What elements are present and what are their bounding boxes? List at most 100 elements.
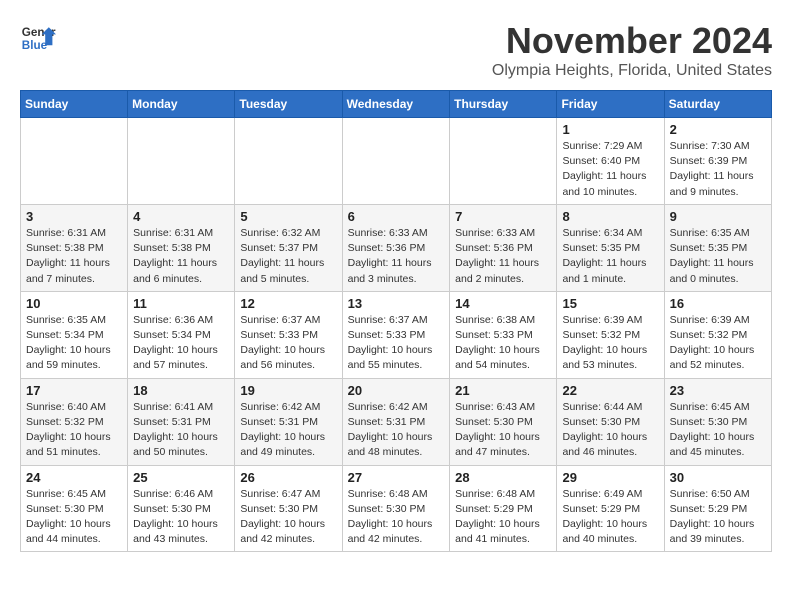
day-cell: 23 Sunrise: 6:45 AM Sunset: 5:30 PM Dayli… <box>664 378 771 465</box>
day-cell: 7 Sunrise: 6:33 AM Sunset: 5:36 PM Daylig… <box>450 204 557 291</box>
page-header: General Blue November 2024 Olympia Heigh… <box>20 20 772 80</box>
day-cell: 30 Sunrise: 6:50 AM Sunset: 5:29 PM Dayli… <box>664 465 771 552</box>
weekday-header-tuesday: Tuesday <box>235 91 342 118</box>
day-info: Sunrise: 6:35 AM Sunset: 5:35 PM Dayligh… <box>670 226 766 287</box>
day-info: Sunrise: 6:31 AM Sunset: 5:38 PM Dayligh… <box>26 226 122 287</box>
day-number: 16 <box>670 296 766 311</box>
weekday-header-thursday: Thursday <box>450 91 557 118</box>
day-info: Sunrise: 6:45 AM Sunset: 5:30 PM Dayligh… <box>26 487 122 548</box>
day-info: Sunrise: 6:45 AM Sunset: 5:30 PM Dayligh… <box>670 400 766 461</box>
day-number: 26 <box>240 470 336 485</box>
day-info: Sunrise: 6:44 AM Sunset: 5:30 PM Dayligh… <box>562 400 658 461</box>
day-info: Sunrise: 6:31 AM Sunset: 5:38 PM Dayligh… <box>133 226 229 287</box>
day-info: Sunrise: 6:47 AM Sunset: 5:30 PM Dayligh… <box>240 487 336 548</box>
day-number: 24 <box>26 470 122 485</box>
day-cell: 12 Sunrise: 6:37 AM Sunset: 5:33 PM Dayli… <box>235 291 342 378</box>
day-number: 28 <box>455 470 551 485</box>
day-cell: 19Sunrise: 6:42 AM Sunset: 5:31 PM Dayli… <box>235 378 342 465</box>
day-cell: 21 Sunrise: 6:43 AM Sunset: 5:30 PM Dayli… <box>450 378 557 465</box>
day-number: 6 <box>348 209 445 224</box>
day-info: Sunrise: 6:49 AM Sunset: 5:29 PM Dayligh… <box>562 487 658 548</box>
day-number: 1 <box>562 122 658 137</box>
week-row-4: 17 Sunrise: 6:40 AM Sunset: 5:32 PM Dayli… <box>21 378 772 465</box>
day-cell: 13Sunrise: 6:37 AM Sunset: 5:33 PM Dayli… <box>342 291 450 378</box>
day-cell <box>128 118 235 205</box>
day-info: Sunrise: 6:43 AM Sunset: 5:30 PM Dayligh… <box>455 400 551 461</box>
day-number: 11 <box>133 296 229 311</box>
day-number: 25 <box>133 470 229 485</box>
day-info: Sunrise: 6:39 AM Sunset: 5:32 PM Dayligh… <box>670 313 766 374</box>
day-info: Sunrise: 6:33 AM Sunset: 5:36 PM Dayligh… <box>348 226 445 287</box>
day-cell: 5 Sunrise: 6:32 AM Sunset: 5:37 PM Daylig… <box>235 204 342 291</box>
week-row-5: 24 Sunrise: 6:45 AM Sunset: 5:30 PM Dayli… <box>21 465 772 552</box>
day-info: Sunrise: 6:35 AM Sunset: 5:34 PM Dayligh… <box>26 313 122 374</box>
day-number: 2 <box>670 122 766 137</box>
day-cell: 20Sunrise: 6:42 AM Sunset: 5:31 PM Dayli… <box>342 378 450 465</box>
week-row-1: 1 Sunrise: 7:29 AM Sunset: 6:40 PM Daylig… <box>21 118 772 205</box>
day-cell: 9 Sunrise: 6:35 AM Sunset: 5:35 PM Daylig… <box>664 204 771 291</box>
day-number: 14 <box>455 296 551 311</box>
day-info: Sunrise: 6:46 AM Sunset: 5:30 PM Dayligh… <box>133 487 229 548</box>
day-info: Sunrise: 6:33 AM Sunset: 5:36 PM Dayligh… <box>455 226 551 287</box>
day-number: 15 <box>562 296 658 311</box>
weekday-header-saturday: Saturday <box>664 91 771 118</box>
day-cell <box>342 118 450 205</box>
day-cell <box>235 118 342 205</box>
day-cell: 29Sunrise: 6:49 AM Sunset: 5:29 PM Dayli… <box>557 465 664 552</box>
day-cell: 4 Sunrise: 6:31 AM Sunset: 5:38 PM Daylig… <box>128 204 235 291</box>
day-number: 21 <box>455 383 551 398</box>
day-cell: 1 Sunrise: 7:29 AM Sunset: 6:40 PM Daylig… <box>557 118 664 205</box>
day-number: 17 <box>26 383 122 398</box>
day-info: Sunrise: 6:34 AM Sunset: 5:35 PM Dayligh… <box>562 226 658 287</box>
day-info: Sunrise: 6:41 AM Sunset: 5:31 PM Dayligh… <box>133 400 229 461</box>
day-cell: 2 Sunrise: 7:30 AM Sunset: 6:39 PM Daylig… <box>664 118 771 205</box>
day-cell: 27 Sunrise: 6:48 AM Sunset: 5:30 PM Dayli… <box>342 465 450 552</box>
day-info: Sunrise: 6:37 AM Sunset: 5:33 PM Dayligh… <box>348 313 445 374</box>
day-number: 10 <box>26 296 122 311</box>
day-cell: 24 Sunrise: 6:45 AM Sunset: 5:30 PM Dayli… <box>21 465 128 552</box>
day-cell <box>21 118 128 205</box>
day-number: 12 <box>240 296 336 311</box>
day-cell: 26 Sunrise: 6:47 AM Sunset: 5:30 PM Dayli… <box>235 465 342 552</box>
day-number: 8 <box>562 209 658 224</box>
svg-text:Blue: Blue <box>22 39 48 52</box>
day-number: 30 <box>670 470 766 485</box>
title-section: November 2024 Olympia Heights, Florida, … <box>492 20 772 80</box>
day-info: Sunrise: 7:29 AM Sunset: 6:40 PM Dayligh… <box>562 139 658 200</box>
day-info: Sunrise: 6:37 AM Sunset: 5:33 PM Dayligh… <box>240 313 336 374</box>
day-info: Sunrise: 6:39 AM Sunset: 5:32 PM Dayligh… <box>562 313 658 374</box>
week-row-3: 10 Sunrise: 6:35 AM Sunset: 5:34 PM Dayli… <box>21 291 772 378</box>
day-cell: 22 Sunrise: 6:44 AM Sunset: 5:30 PM Dayli… <box>557 378 664 465</box>
day-number: 4 <box>133 209 229 224</box>
day-info: Sunrise: 6:36 AM Sunset: 5:34 PM Dayligh… <box>133 313 229 374</box>
month-title: November 2024 <box>492 20 772 62</box>
day-number: 9 <box>670 209 766 224</box>
day-cell: 18 Sunrise: 6:41 AM Sunset: 5:31 PM Dayli… <box>128 378 235 465</box>
day-cell: 6 Sunrise: 6:33 AM Sunset: 5:36 PM Daylig… <box>342 204 450 291</box>
day-cell: 3Sunrise: 6:31 AM Sunset: 5:38 PM Daylig… <box>21 204 128 291</box>
day-cell: 8 Sunrise: 6:34 AM Sunset: 5:35 PM Daylig… <box>557 204 664 291</box>
day-number: 27 <box>348 470 445 485</box>
day-number: 7 <box>455 209 551 224</box>
weekday-header-wednesday: Wednesday <box>342 91 450 118</box>
weekday-header-sunday: Sunday <box>21 91 128 118</box>
location-title: Olympia Heights, Florida, United States <box>492 62 772 80</box>
day-cell: 14 Sunrise: 6:38 AM Sunset: 5:33 PM Dayli… <box>450 291 557 378</box>
day-number: 5 <box>240 209 336 224</box>
weekday-header-friday: Friday <box>557 91 664 118</box>
day-info: Sunrise: 6:40 AM Sunset: 5:32 PM Dayligh… <box>26 400 122 461</box>
day-number: 22 <box>562 383 658 398</box>
weekday-header-monday: Monday <box>128 91 235 118</box>
day-cell: 17 Sunrise: 6:40 AM Sunset: 5:32 PM Dayli… <box>21 378 128 465</box>
day-info: Sunrise: 6:32 AM Sunset: 5:37 PM Dayligh… <box>240 226 336 287</box>
day-number: 23 <box>670 383 766 398</box>
day-info: Sunrise: 7:30 AM Sunset: 6:39 PM Dayligh… <box>670 139 766 200</box>
day-info: Sunrise: 6:38 AM Sunset: 5:33 PM Dayligh… <box>455 313 551 374</box>
calendar-table: SundayMondayTuesdayWednesdayThursdayFrid… <box>20 90 772 552</box>
day-cell <box>450 118 557 205</box>
day-info: Sunrise: 6:50 AM Sunset: 5:29 PM Dayligh… <box>670 487 766 548</box>
day-cell: 25 Sunrise: 6:46 AM Sunset: 5:30 PM Dayli… <box>128 465 235 552</box>
day-number: 18 <box>133 383 229 398</box>
day-cell: 28Sunrise: 6:48 AM Sunset: 5:29 PM Dayli… <box>450 465 557 552</box>
day-info: Sunrise: 6:48 AM Sunset: 5:30 PM Dayligh… <box>348 487 445 548</box>
